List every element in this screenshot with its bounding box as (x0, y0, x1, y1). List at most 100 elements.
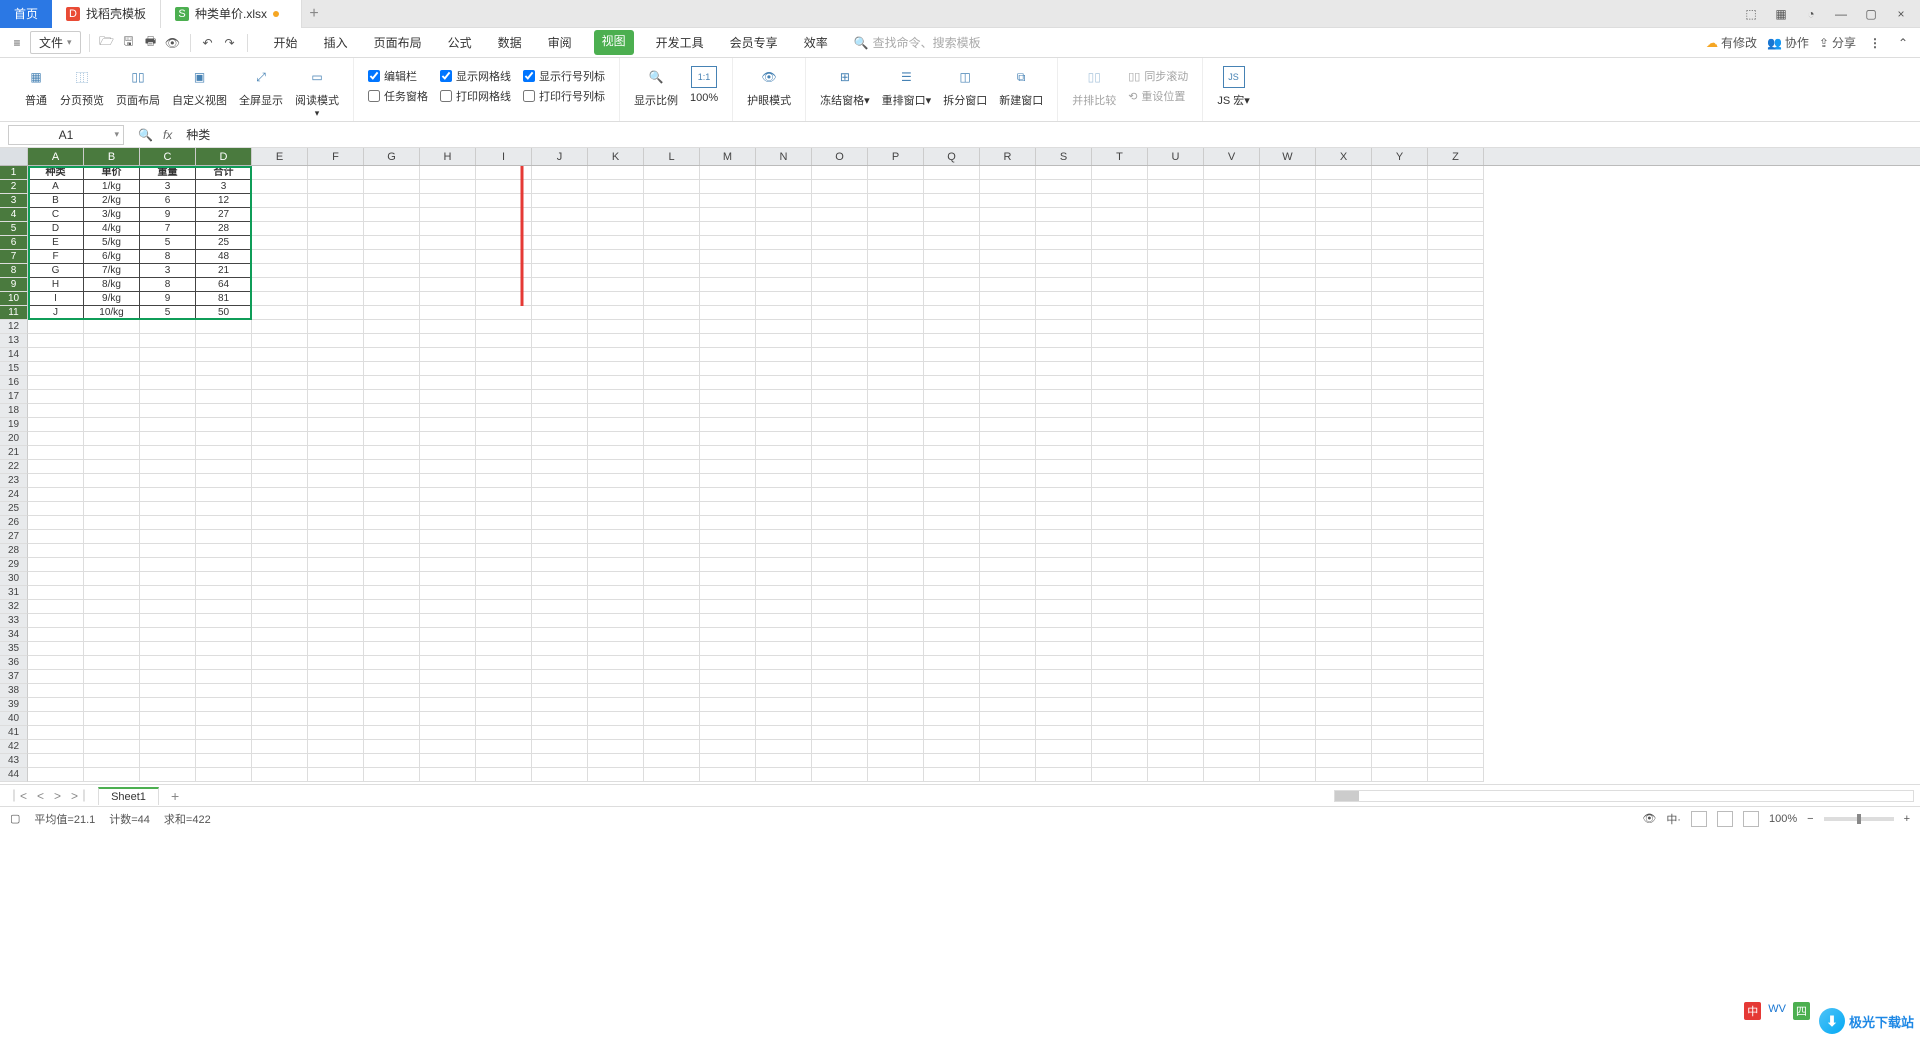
cell[interactable] (84, 586, 140, 600)
cell[interactable] (28, 432, 84, 446)
cell[interactable] (1148, 194, 1204, 208)
cell[interactable] (756, 726, 812, 740)
cell[interactable] (980, 418, 1036, 432)
cell[interactable] (532, 208, 588, 222)
cell[interactable] (700, 726, 756, 740)
cell[interactable] (1428, 586, 1484, 600)
cell[interactable] (868, 348, 924, 362)
check-editbar[interactable]: 编辑栏 (368, 68, 428, 84)
cell[interactable] (1204, 614, 1260, 628)
cell[interactable] (1372, 544, 1428, 558)
cell[interactable] (644, 698, 700, 712)
cell[interactable] (140, 698, 196, 712)
cell[interactable] (700, 264, 756, 278)
cell[interactable] (140, 502, 196, 516)
cell[interactable] (700, 740, 756, 754)
cell[interactable] (364, 376, 420, 390)
cell[interactable] (364, 194, 420, 208)
row-header[interactable]: 43 (0, 754, 28, 768)
cell[interactable] (1036, 362, 1092, 376)
row-header[interactable]: 8 (0, 264, 28, 278)
cell[interactable] (1428, 320, 1484, 334)
cell[interactable] (756, 656, 812, 670)
cell[interactable] (1148, 306, 1204, 320)
cell[interactable] (476, 712, 532, 726)
zoom-slider[interactable] (1824, 817, 1894, 821)
cell[interactable] (532, 236, 588, 250)
cell[interactable] (84, 460, 140, 474)
cell[interactable] (588, 544, 644, 558)
cell[interactable] (588, 670, 644, 684)
cell[interactable] (476, 642, 532, 656)
spreadsheet-grid[interactable]: 1种类单价重量合计2A1/kg333B2/kg6124C3/kg9275D4/k… (0, 166, 1920, 784)
cell[interactable] (28, 460, 84, 474)
cell[interactable] (700, 628, 756, 642)
cell[interactable] (28, 544, 84, 558)
cell[interactable] (196, 754, 252, 768)
cell[interactable]: A (28, 180, 84, 194)
row-header[interactable]: 17 (0, 390, 28, 404)
cell[interactable] (196, 684, 252, 698)
cell[interactable]: 27 (196, 208, 252, 222)
cell[interactable] (868, 740, 924, 754)
cell[interactable] (756, 474, 812, 488)
cell[interactable] (252, 572, 308, 586)
cell[interactable] (28, 418, 84, 432)
cell[interactable] (644, 306, 700, 320)
cell[interactable] (420, 768, 476, 782)
cell[interactable] (700, 432, 756, 446)
row-header[interactable]: 27 (0, 530, 28, 544)
cell[interactable] (364, 348, 420, 362)
row-header[interactable]: 16 (0, 376, 28, 390)
cell[interactable] (84, 656, 140, 670)
cell[interactable] (532, 656, 588, 670)
cell[interactable] (588, 194, 644, 208)
cell[interactable] (532, 180, 588, 194)
cell[interactable] (308, 404, 364, 418)
cell[interactable] (84, 642, 140, 656)
zoom-level[interactable]: 100% (1769, 813, 1797, 825)
cell[interactable] (756, 670, 812, 684)
cell[interactable] (1316, 208, 1372, 222)
cell[interactable] (868, 292, 924, 306)
cell[interactable] (700, 474, 756, 488)
cell[interactable] (1316, 418, 1372, 432)
cell[interactable] (420, 194, 476, 208)
cell[interactable] (252, 292, 308, 306)
cell[interactable] (1372, 194, 1428, 208)
freeze-panes[interactable]: ⊞冻结窗格▾ (814, 64, 876, 110)
cell[interactable] (644, 348, 700, 362)
cell[interactable] (532, 628, 588, 642)
js-macro[interactable]: JSJS 宏▾ (1211, 64, 1255, 110)
undo-icon[interactable]: ↶ (199, 34, 217, 52)
add-sheet-button[interactable]: + (165, 788, 185, 804)
cell[interactable] (1148, 530, 1204, 544)
column-header[interactable]: P (868, 148, 924, 165)
cell[interactable] (308, 264, 364, 278)
cell[interactable] (532, 600, 588, 614)
cell[interactable] (308, 670, 364, 684)
cell[interactable] (1428, 390, 1484, 404)
cell[interactable] (196, 572, 252, 586)
cell[interactable] (700, 250, 756, 264)
row-header[interactable]: 34 (0, 628, 28, 642)
cell[interactable] (868, 166, 924, 180)
cell[interactable] (1428, 446, 1484, 460)
cell[interactable] (28, 754, 84, 768)
cell[interactable] (476, 754, 532, 768)
cell[interactable] (868, 236, 924, 250)
cell[interactable] (476, 292, 532, 306)
more-icon[interactable]: ⋮ (1866, 34, 1884, 52)
cell[interactable] (756, 712, 812, 726)
cell[interactable] (1372, 306, 1428, 320)
cell[interactable] (1372, 348, 1428, 362)
cell[interactable] (812, 236, 868, 250)
cell[interactable] (924, 320, 980, 334)
cell[interactable] (1092, 432, 1148, 446)
cell[interactable] (588, 488, 644, 502)
cell[interactable]: 种类 (28, 166, 84, 180)
cell[interactable] (700, 460, 756, 474)
cell[interactable] (980, 292, 1036, 306)
cell[interactable] (812, 474, 868, 488)
cell[interactable] (140, 600, 196, 614)
